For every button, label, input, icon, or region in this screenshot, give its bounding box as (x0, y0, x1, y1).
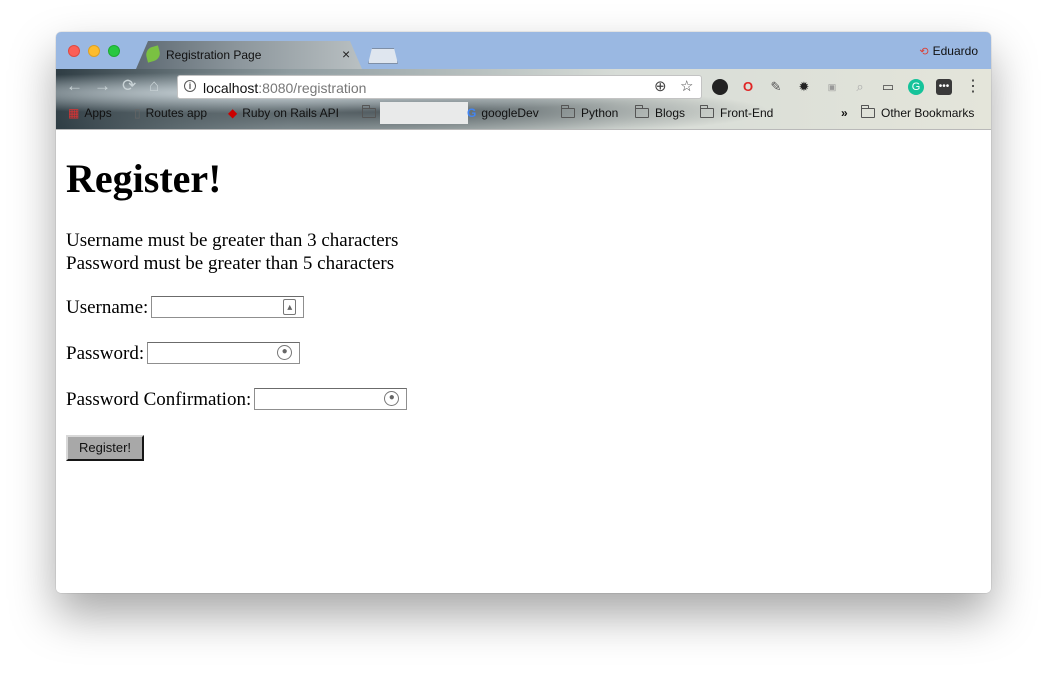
key-icon: ● (277, 344, 293, 360)
browser-toolbar: ← → ⟳ ⌂ i localhost:8080/registration ⊕ … (56, 69, 991, 130)
username-rule-text: Username must be greater than 3 characte… (66, 230, 399, 251)
tab-title: Registration Page (166, 48, 262, 62)
key-icon: ● (384, 390, 400, 406)
bookmarks-bar: ▦ Apps ▯ Routes app ◆ Ruby on Rails API Ggo… (56, 102, 991, 124)
password-confirmation-label: Password Confirmation: (66, 389, 252, 410)
bookmark-label: Blogs (655, 106, 686, 120)
profile-name: Eduardo (932, 44, 978, 58)
sync-error-icon: ⟲ (919, 46, 929, 58)
password-rule-text: Password must be greater than 5 characte… (66, 253, 395, 274)
home-icon[interactable]: ⌂ (149, 77, 159, 95)
site-info-icon[interactable]: i (184, 80, 196, 92)
page-content: Register! Username must be greater than … (56, 130, 991, 593)
folder-icon (561, 105, 575, 118)
apps-grid-icon: ▦ (68, 106, 80, 120)
folder-icon (861, 105, 875, 118)
bookmark-folder-unnamed[interactable] (362, 105, 382, 120)
css-extension-icon[interactable]: ▣ (824, 79, 840, 95)
url-text[interactable]: localhost:8080/registration (203, 80, 366, 96)
google-icon: G (467, 106, 477, 120)
cast-icon[interactable]: ▭ (880, 79, 896, 95)
username-input[interactable]: ▴ (151, 295, 305, 318)
bookmark-other-bookmarks[interactable]: Other Bookmarks (861, 105, 975, 120)
minimize-window-button[interactable] (88, 45, 100, 57)
url-host: localhost (203, 80, 259, 96)
zoom-icon[interactable]: ⊕ (654, 78, 667, 96)
bookmarks-overflow-icon[interactable]: » (841, 106, 848, 120)
bookmark-routes-app[interactable]: ▯ Routes app (134, 106, 207, 120)
profile-button[interactable]: ⟲ Eduardo (919, 44, 978, 58)
tab-close-icon[interactable]: × (342, 46, 350, 62)
url-path: :8080/registration (258, 80, 367, 96)
page-title: Register! (66, 156, 222, 201)
reload-icon[interactable]: ⟳ (122, 77, 136, 95)
folder-icon (362, 105, 376, 118)
bookmark-label: Python (581, 106, 619, 120)
username-row: Username: ▴ (66, 295, 305, 320)
folder-icon (700, 105, 714, 118)
back-icon[interactable]: ← (66, 77, 83, 95)
folder-icon (635, 105, 649, 118)
bookmark-label: Front-End (720, 106, 774, 120)
password-confirmation-row: Password Confirmation: ● (66, 387, 408, 412)
address-bar[interactable]: i localhost:8080/registration ⊕ ☆ (177, 75, 702, 99)
tab-registration-page[interactable]: Registration Page × (136, 41, 362, 69)
bookmark-blogs[interactable]: Blogs (635, 105, 686, 120)
password-confirmation-input[interactable]: ● (254, 387, 408, 410)
dots-extension-icon[interactable]: ••• (936, 79, 952, 95)
grammarly-icon[interactable]: G (908, 79, 924, 95)
forward-icon[interactable]: → (94, 77, 111, 95)
password-label: Password: (66, 343, 145, 364)
menu-icon[interactable]: ⋮ (965, 79, 981, 95)
close-window-button[interactable] (68, 45, 80, 57)
maximize-window-button[interactable] (108, 45, 120, 57)
rails-icon: ◆ (228, 106, 238, 120)
bookmark-label: Routes app (145, 106, 207, 120)
bookmark-label: Apps (84, 106, 112, 120)
contact-card-icon: ▴ (283, 298, 297, 315)
bookmark-googledev[interactable]: GgoogleDev (467, 106, 539, 120)
inspect-extension-icon[interactable]: ⌕ (852, 79, 868, 95)
gear-icon[interactable]: ✹ (796, 79, 812, 95)
eyedropper-extension-icon[interactable]: ✎ (768, 79, 784, 95)
new-tab-button[interactable] (368, 48, 398, 64)
register-button[interactable]: Register! (66, 435, 144, 461)
opera-extension-icon[interactable]: O (740, 79, 756, 95)
password-input[interactable]: ● (147, 341, 301, 364)
page-icon: ▯ (134, 106, 141, 120)
bookmark-redacted (380, 102, 468, 124)
browser-window: Registration Page × ⟲ Eduardo ← → ⟳ ⌂ i l… (56, 32, 991, 593)
bookmark-front-end[interactable]: Front-End (700, 105, 774, 120)
bookmark-ruby-on-rails-api[interactable]: ◆ Ruby on Rails API (228, 106, 339, 120)
username-label: Username: (66, 297, 149, 318)
password-row: Password: ● (66, 341, 301, 366)
color-wheel-extension-icon[interactable] (712, 79, 728, 95)
bookmark-label: Ruby on Rails API (242, 106, 339, 120)
bookmark-apps[interactable]: ▦ Apps (68, 106, 112, 120)
bookmark-python[interactable]: Python (561, 105, 619, 120)
bookmark-label: googleDev (481, 106, 539, 120)
tab-strip: Registration Page × ⟲ Eduardo (56, 32, 991, 69)
spring-leaf-icon (144, 45, 162, 63)
bookmark-label: Other Bookmarks (881, 106, 975, 120)
bookmark-star-icon[interactable]: ☆ (680, 78, 693, 96)
